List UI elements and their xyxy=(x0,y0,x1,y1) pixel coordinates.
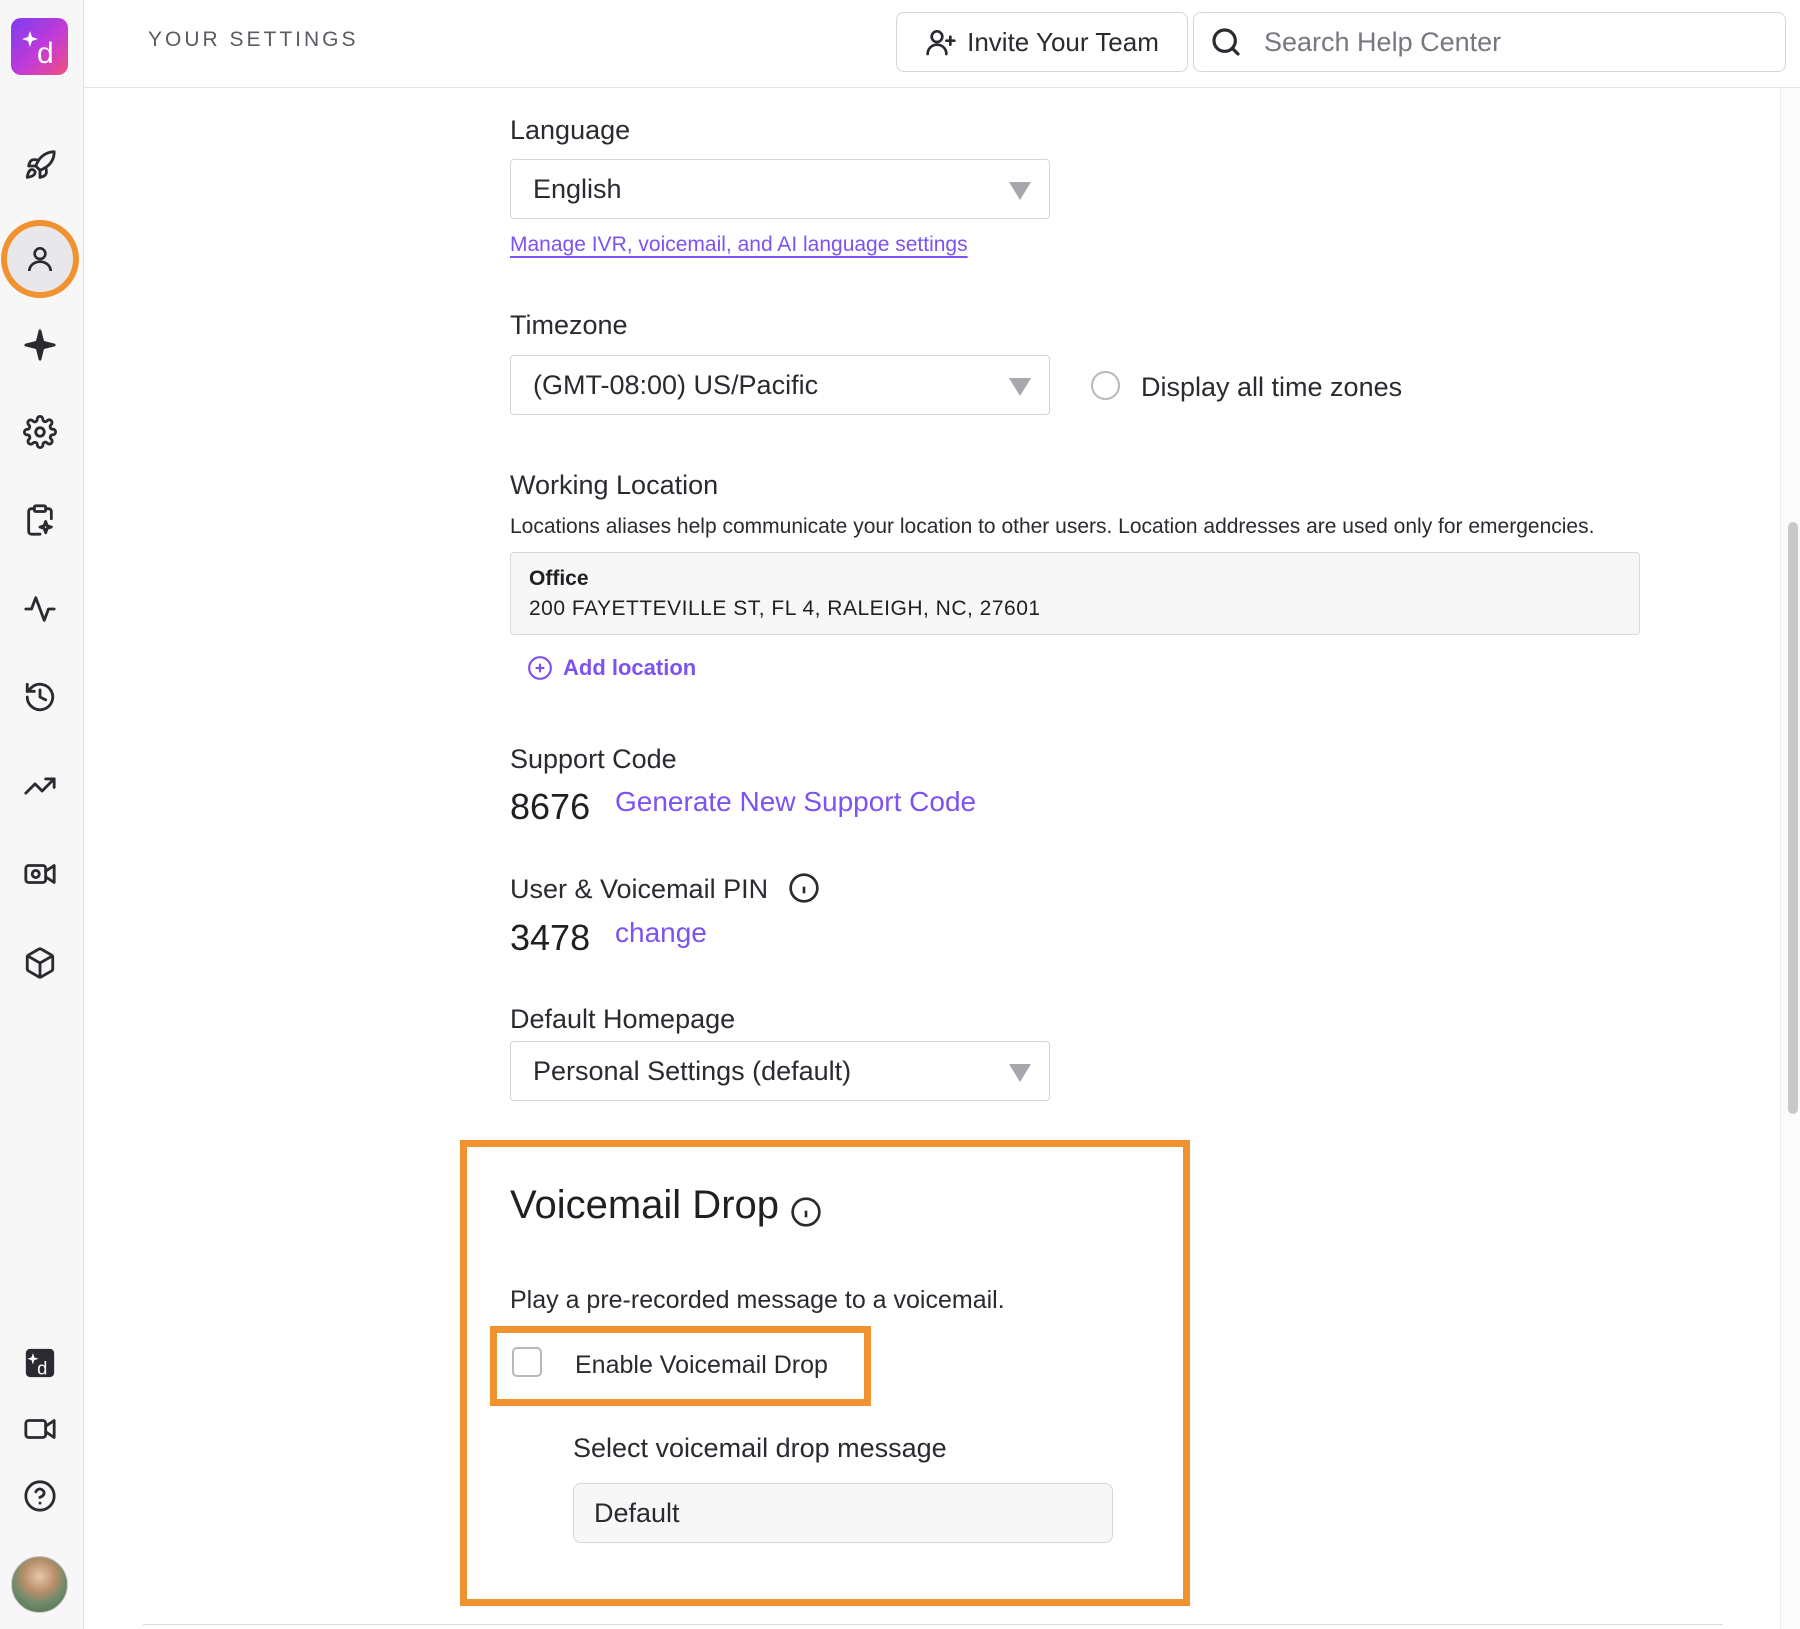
add-location-button[interactable]: Add location xyxy=(527,655,696,681)
video-settings-icon[interactable] xyxy=(20,854,60,894)
info-icon[interactable] xyxy=(788,872,820,909)
generate-support-code-link[interactable]: Generate New Support Code xyxy=(615,786,976,818)
header: YOUR SETTINGS Invite Your Team xyxy=(84,0,1800,88)
display-all-timezones-radio[interactable] xyxy=(1091,371,1120,400)
svg-text:d: d xyxy=(37,1357,47,1378)
homepage-value: Personal Settings (default) xyxy=(533,1055,852,1086)
scrollbar-thumb[interactable] xyxy=(1788,522,1798,1114)
voicemail-drop-description: Play a pre-recorded message to a voicema… xyxy=(510,1286,1005,1314)
user-icon[interactable] xyxy=(1,220,79,298)
working-location-description: Locations aliases help communicate your … xyxy=(510,515,1595,538)
language-label: Language xyxy=(510,115,631,145)
enable-voicemail-drop-label: Enable Voicemail Drop xyxy=(575,1351,828,1379)
info-icon[interactable] xyxy=(790,1196,822,1233)
voicemail-drop-message-select[interactable]: Default xyxy=(573,1483,1113,1543)
voicemail-drop-message-value: Default xyxy=(594,1497,680,1528)
avatar[interactable] xyxy=(11,1556,68,1613)
change-pin-link[interactable]: change xyxy=(615,917,707,949)
sparkle-icon[interactable] xyxy=(20,325,60,365)
language-select[interactable]: English xyxy=(510,159,1050,219)
divider xyxy=(143,1624,1723,1625)
language-value: English xyxy=(533,173,622,204)
activity-icon[interactable] xyxy=(20,589,60,629)
caret-down-icon xyxy=(1009,378,1031,396)
dialpad-logo[interactable]: d xyxy=(11,18,68,75)
pin-label: User & Voicemail PIN xyxy=(510,874,769,904)
search-icon xyxy=(1212,28,1240,56)
timezone-select[interactable]: (GMT-08:00) US/Pacific xyxy=(510,355,1050,415)
timezone-value: (GMT-08:00) US/Pacific xyxy=(533,369,819,400)
sidebar: d d xyxy=(0,0,84,1629)
location-address: 200 FAYETTEVILLE ST, FL 4, RALEIGH, NC, … xyxy=(529,597,1041,620)
display-all-timezones-label: Display all time zones xyxy=(1141,372,1403,402)
cube-icon[interactable] xyxy=(20,943,60,983)
user-plus-icon xyxy=(926,30,956,56)
location-name: Office xyxy=(529,567,589,590)
svg-text:d: d xyxy=(37,37,54,67)
dialpad-app-icon[interactable]: d xyxy=(20,1343,60,1383)
gear-icon[interactable] xyxy=(20,412,60,452)
homepage-select[interactable]: Personal Settings (default) xyxy=(510,1041,1050,1101)
voicemail-drop-title: Voicemail Drop xyxy=(510,1183,780,1227)
video-icon[interactable] xyxy=(20,1409,60,1449)
pin-value: 3478 xyxy=(510,917,591,958)
homepage-label: Default Homepage xyxy=(510,1004,736,1034)
manage-language-link[interactable]: Manage IVR, voicemail, and AI language s… xyxy=(510,233,968,257)
trending-icon[interactable] xyxy=(20,766,60,806)
location-card[interactable]: Office 200 FAYETTEVILLE ST, FL 4, RALEIG… xyxy=(510,552,1640,635)
add-location-label: Add location xyxy=(563,655,697,680)
search-input[interactable] xyxy=(1264,26,1724,58)
caret-down-icon xyxy=(1009,1064,1031,1082)
help-icon[interactable] xyxy=(20,1476,60,1516)
caret-down-icon xyxy=(1009,182,1031,200)
history-icon[interactable] xyxy=(20,677,60,717)
page-title: YOUR SETTINGS xyxy=(148,28,359,51)
support-code-value: 8676 xyxy=(510,786,591,827)
invite-team-label: Invite Your Team xyxy=(967,26,1159,57)
search-help-center[interactable] xyxy=(1193,12,1786,72)
support-code-label: Support Code xyxy=(510,744,677,774)
rocket-icon[interactable] xyxy=(20,146,60,186)
clipboard-sparkle-icon[interactable] xyxy=(20,500,60,540)
working-location-label: Working Location xyxy=(510,470,719,500)
enable-voicemail-drop-checkbox[interactable] xyxy=(512,1347,542,1377)
timezone-label: Timezone xyxy=(510,310,628,340)
voicemail-drop-select-label: Select voicemail drop message xyxy=(573,1433,947,1463)
plus-circle-icon xyxy=(528,656,552,680)
invite-team-button[interactable]: Invite Your Team xyxy=(896,12,1188,72)
